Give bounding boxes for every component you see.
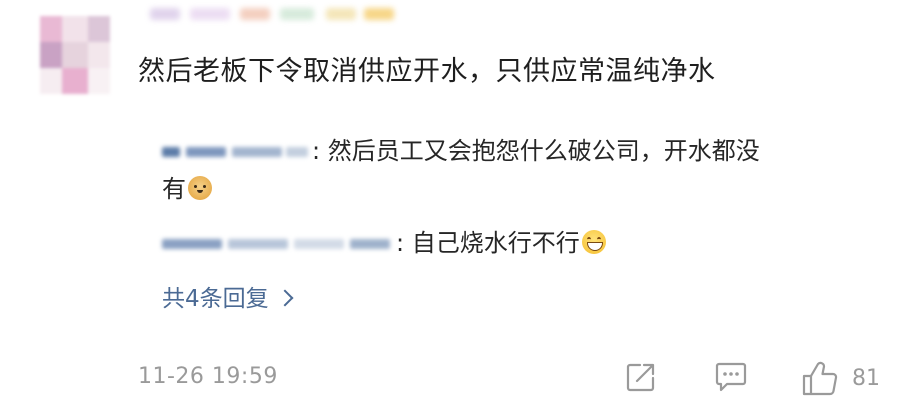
comment-text: 然后老板下令取消供应开水，只供应常温纯净水	[138, 56, 716, 87]
comment-button[interactable]	[713, 360, 749, 400]
reply-item: : 然后员工又会抱怨什么破公司，开水都没 有	[162, 132, 862, 208]
timestamp: 11-26 19:59	[138, 364, 278, 389]
more-replies-label: 共4条回复	[162, 286, 269, 312]
reply-item: : 自己烧水行不行	[162, 224, 862, 262]
blurred-username[interactable]	[162, 235, 394, 253]
like-count: 81	[852, 366, 880, 391]
reply-text: : 然后员工又会抱怨什么破公司，开水都没	[312, 137, 760, 165]
comment-card: 然后老板下令取消供应开水，只供应常温纯净水 : 然后员工又会抱怨什么破公司，开水…	[0, 0, 900, 410]
avatar[interactable]	[40, 16, 110, 94]
thumbs-up-icon	[802, 361, 838, 396]
like-button[interactable]	[800, 360, 840, 400]
more-replies-link[interactable]: 共4条回复	[162, 282, 294, 316]
share-icon	[626, 363, 655, 392]
blurred-header	[150, 0, 400, 26]
grin-emoji-icon	[581, 230, 606, 254]
reply-box[interactable]: : 然后员工又会抱怨什么破公司，开水都没 有 : 自己烧水行不行 共4条回复	[70, 120, 880, 342]
reply-text: : 自己烧水行不行	[396, 229, 580, 257]
doge-emoji-icon	[188, 176, 212, 200]
blurred-username[interactable]	[162, 143, 310, 161]
chevron-right-icon	[276, 289, 294, 307]
share-button[interactable]	[624, 360, 658, 400]
reply-text-cont: 有	[162, 175, 186, 203]
comment-icon	[715, 362, 747, 392]
